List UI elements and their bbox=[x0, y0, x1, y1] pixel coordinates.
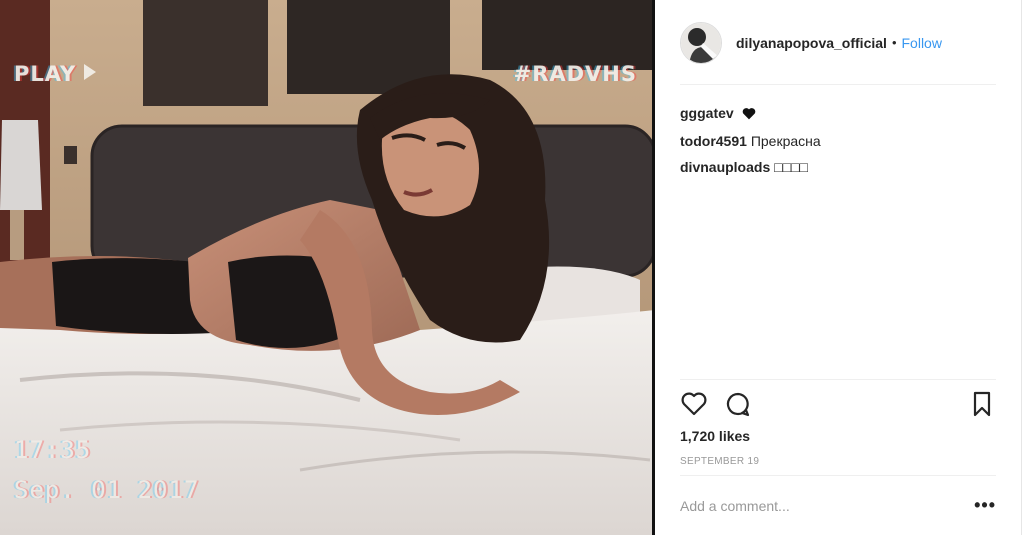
header-separator: • bbox=[891, 35, 897, 50]
divider bbox=[680, 84, 996, 85]
comment-item: divnauploads □□□□ bbox=[680, 154, 996, 180]
instagram-post: PLAY #RADVHS 17:35 Sep. 01 2017 dilyanap… bbox=[0, 0, 1022, 535]
action-bar bbox=[680, 390, 996, 420]
avatar-image bbox=[681, 22, 721, 63]
avatar[interactable] bbox=[680, 21, 722, 64]
comment-username[interactable]: todor4591 bbox=[680, 133, 747, 149]
follow-button[interactable]: Follow bbox=[902, 35, 942, 51]
comment-bubble-icon[interactable] bbox=[724, 390, 752, 418]
divider bbox=[680, 379, 996, 380]
comment-text: Прекрасна bbox=[750, 133, 821, 149]
comment-input[interactable] bbox=[680, 494, 960, 518]
like-heart-icon[interactable] bbox=[680, 390, 708, 418]
post-side-panel: dilyanapopova_official • Follow gggatev … bbox=[655, 0, 1022, 535]
comment-item: gggatev bbox=[680, 100, 996, 128]
post-date: SEPTEMBER 19 bbox=[680, 456, 760, 467]
comment-item: todor4591 Прекрасна bbox=[680, 128, 996, 154]
comment-list: gggatev todor4591 Прекрасна divnauploads… bbox=[680, 100, 996, 180]
overlay-time: 17:35 bbox=[14, 436, 92, 464]
more-options-icon[interactable]: ••• bbox=[974, 496, 996, 514]
post-header: dilyanapopova_official • Follow bbox=[680, 20, 996, 65]
overlay-hashtag: #RADVHS bbox=[513, 62, 637, 86]
username-link[interactable]: dilyanapopova_official bbox=[736, 35, 887, 51]
play-icon bbox=[84, 64, 97, 80]
bookmark-icon[interactable] bbox=[968, 390, 996, 418]
likes-count[interactable]: 1,720 likes bbox=[680, 428, 750, 444]
comment-username[interactable]: gggatev bbox=[680, 105, 734, 121]
divider bbox=[680, 475, 996, 476]
heart-icon bbox=[742, 102, 756, 128]
overlay-date: Sep. 01 2017 bbox=[14, 476, 200, 504]
overlay-play-label: PLAY bbox=[14, 62, 97, 86]
comment-text: □□□□ bbox=[774, 159, 808, 175]
comment-username[interactable]: divnauploads bbox=[680, 159, 770, 175]
post-photo[interactable]: PLAY #RADVHS 17:35 Sep. 01 2017 bbox=[0, 0, 655, 535]
